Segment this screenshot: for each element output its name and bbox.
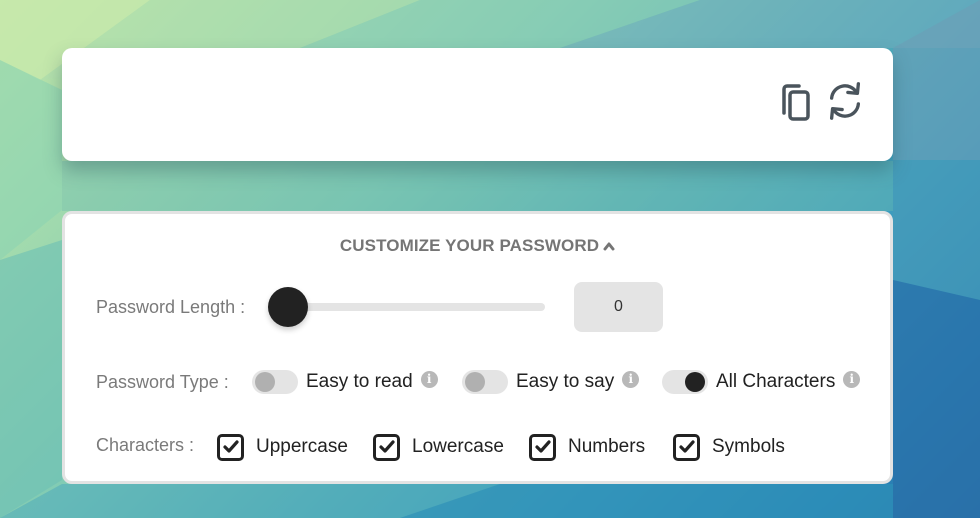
copy-button[interactable] xyxy=(775,82,817,124)
info-icon[interactable]: i xyxy=(420,370,438,388)
refresh-icon xyxy=(829,82,861,120)
char-option-label: Uppercase xyxy=(256,436,348,457)
checkmark-icon xyxy=(534,440,551,453)
toggle-knob xyxy=(255,372,275,392)
char-option-numbers[interactable]: Numbers xyxy=(529,433,645,461)
characters-label: Characters : xyxy=(96,435,195,455)
toggle-knob xyxy=(685,372,705,392)
info-icon[interactable]: i xyxy=(622,370,640,388)
checkbox-symbols[interactable] xyxy=(673,433,700,461)
checkbox-numbers[interactable] xyxy=(529,433,556,461)
customize-title: CUSTOMIZE YOUR PASSWORD xyxy=(339,236,600,255)
checkbox-lowercase[interactable] xyxy=(373,433,400,461)
refresh-button[interactable] xyxy=(824,80,866,122)
password-length-input[interactable] xyxy=(574,282,663,332)
char-option-lowercase[interactable]: Lowercase xyxy=(373,433,504,461)
char-option-symbols[interactable]: Symbols xyxy=(673,433,785,461)
char-option-label: Symbols xyxy=(712,436,785,457)
type-option-easy-to-say[interactable]: Easy to say i xyxy=(462,369,640,395)
chevron-up-icon xyxy=(603,242,615,251)
password-output[interactable] xyxy=(92,78,772,130)
toggle-easy-to-say[interactable] xyxy=(462,370,508,394)
checkbox-uppercase[interactable] xyxy=(217,433,244,461)
char-option-uppercase[interactable]: Uppercase xyxy=(217,433,348,461)
char-option-label: Lowercase xyxy=(412,436,504,457)
type-option-label: Easy to read xyxy=(306,371,413,392)
customize-toggle[interactable]: CUSTOMIZE YOUR PASSWORD xyxy=(65,236,890,256)
customize-card: CUSTOMIZE YOUR PASSWORD Password Length … xyxy=(62,211,893,484)
info-icon[interactable]: i xyxy=(843,370,861,388)
toggle-all-characters[interactable] xyxy=(662,370,708,394)
copy-icon xyxy=(782,84,810,121)
type-option-label: Easy to say xyxy=(516,371,615,392)
type-option-label: All Characters xyxy=(716,371,836,392)
password-result-card xyxy=(62,48,893,161)
checkmark-icon xyxy=(678,440,695,453)
type-option-easy-to-read[interactable]: Easy to read i xyxy=(252,369,438,395)
checkmark-icon xyxy=(378,440,395,453)
slider-thumb[interactable] xyxy=(268,287,308,327)
char-option-label: Numbers xyxy=(568,436,646,457)
password-type-label: Password Type : xyxy=(96,372,229,392)
password-length-slider[interactable] xyxy=(268,287,545,327)
password-length-label: Password Length : xyxy=(96,297,246,317)
type-option-all-characters[interactable]: All Characters i xyxy=(662,369,861,395)
checkmark-icon xyxy=(222,440,239,453)
toggle-knob xyxy=(465,372,485,392)
toggle-easy-to-read[interactable] xyxy=(252,370,298,394)
